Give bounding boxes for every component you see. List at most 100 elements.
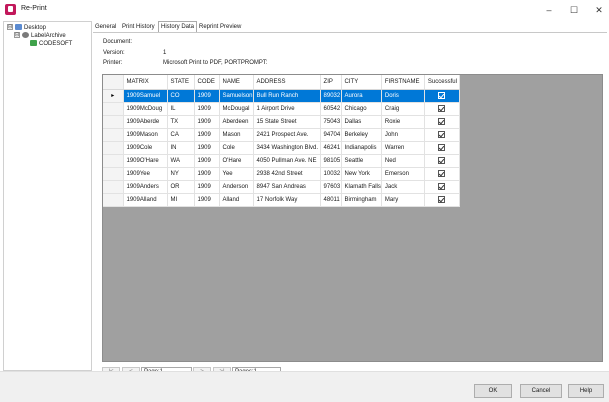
cell-zip[interactable]: 97603 — [320, 180, 342, 194]
maximize-button[interactable]: ☐ — [566, 3, 582, 17]
cell-address[interactable]: Bull Run Ranch — [253, 89, 321, 103]
cell-successful[interactable] — [424, 154, 460, 168]
cell-zip[interactable]: 94704 — [320, 128, 342, 142]
cell-matrix[interactable]: 1909Alland — [123, 193, 168, 207]
table-row[interactable]: 1909Yee NY 1909 Yee 2938 42nd Street 10032 New… — [103, 167, 460, 181]
collapse-icon[interactable]: ⊟ — [14, 32, 20, 39]
table-row[interactable]: 1909O'Hare WA 1909 O'Hare 4050 Pullman Ave. … — [103, 154, 460, 168]
cell-name[interactable]: Mason — [219, 128, 254, 142]
archive-tree[interactable]: ⊟ Desktop ⊟ LabelArchive CODESOFT — [3, 21, 92, 371]
cell-state[interactable]: CO — [167, 89, 195, 103]
table-row[interactable]: 1909Alland MI 1909 Alland 17 Norfolk Way 4801… — [103, 193, 460, 207]
cell-state[interactable]: CA — [167, 128, 195, 142]
cell-zip[interactable]: 48011 — [320, 193, 342, 207]
row-header[interactable] — [103, 128, 124, 142]
cell-matrix[interactable]: 1909Samuel — [123, 89, 168, 103]
cell-city[interactable]: Indianapolis — [341, 141, 382, 155]
cell-firstname[interactable]: Doris — [381, 89, 425, 103]
tab-general[interactable]: General — [95, 23, 116, 32]
cell-address[interactable]: 4050 Pullman Ave. NE — [253, 154, 321, 168]
cell-firstname[interactable]: Roxie — [381, 115, 425, 129]
cell-matrix[interactable]: 1909Mason — [123, 128, 168, 142]
cell-code[interactable]: 1909 — [194, 154, 220, 168]
column-header-code[interactable]: CODE — [194, 75, 220, 90]
data-grid[interactable]: MATRIX STATE CODE NAME ADDRESS ZIP CITY … — [102, 74, 603, 362]
cell-address[interactable]: 8947 San Andreas — [253, 180, 321, 194]
cell-city[interactable]: Aurora — [341, 89, 382, 103]
cell-firstname[interactable]: John — [381, 128, 425, 142]
cell-zip[interactable]: 98105 — [320, 154, 342, 168]
ok-button[interactable]: OK — [474, 384, 512, 398]
cell-city[interactable]: Dallas — [341, 115, 382, 129]
cell-firstname[interactable]: Emerson — [381, 167, 425, 181]
row-header[interactable] — [103, 193, 124, 207]
table-row[interactable]: 1909Anders OR 1909 Anderson 8947 San Andreas… — [103, 180, 460, 194]
cell-matrix[interactable]: 1909O'Hare — [123, 154, 168, 168]
cell-matrix[interactable]: 1909McDoug — [123, 102, 168, 116]
column-header-firstname[interactable]: FIRSTNAME — [381, 75, 425, 90]
cell-state[interactable]: IL — [167, 102, 195, 116]
cell-zip[interactable]: 46241 — [320, 141, 342, 155]
minimize-button[interactable]: – — [541, 3, 557, 17]
successful-checkbox[interactable] — [438, 182, 446, 190]
cell-address[interactable]: 2938 42nd Street — [253, 167, 321, 181]
row-header[interactable] — [103, 102, 124, 116]
cell-code[interactable]: 1909 — [194, 89, 220, 103]
cell-state[interactable]: OR — [167, 180, 195, 194]
successful-checkbox[interactable] — [438, 195, 446, 203]
successful-checkbox[interactable] — [438, 156, 446, 164]
cell-zip[interactable]: 75043 — [320, 115, 342, 129]
row-header[interactable] — [103, 154, 124, 168]
cell-address[interactable]: 15 State Street — [253, 115, 321, 129]
cell-code[interactable]: 1909 — [194, 167, 220, 181]
cell-code[interactable]: 1909 — [194, 141, 220, 155]
tab-history-data[interactable]: History Data — [158, 21, 198, 32]
collapse-icon[interactable]: ⊟ — [7, 24, 13, 31]
table-row[interactable]: 1909McDoug IL 1909 McDougal 1 Airport Drive 6… — [103, 102, 460, 116]
column-header-name[interactable]: NAME — [219, 75, 254, 90]
successful-checkbox[interactable] — [438, 104, 446, 112]
column-header-successful[interactable]: Successful — [424, 75, 460, 90]
cell-zip[interactable]: 60542 — [320, 102, 342, 116]
table-row[interactable]: 1909Aberde TX 1909 Aberdeen 15 State Street 7… — [103, 115, 460, 129]
cell-name[interactable]: McDougal — [219, 102, 254, 116]
cell-successful[interactable] — [424, 167, 460, 181]
cell-successful[interactable] — [424, 89, 460, 103]
cell-successful[interactable] — [424, 128, 460, 142]
cell-name[interactable]: O'Hare — [219, 154, 254, 168]
column-header-address[interactable]: ADDRESS — [253, 75, 321, 90]
cell-code[interactable]: 1909 — [194, 128, 220, 142]
cell-successful[interactable] — [424, 141, 460, 155]
column-header-matrix[interactable]: MATRIX — [123, 75, 168, 90]
cell-state[interactable]: TX — [167, 115, 195, 129]
cell-name[interactable]: Alland — [219, 193, 254, 207]
tree-item-codesoft[interactable]: CODESOFT — [30, 40, 72, 49]
column-header-state[interactable]: STATE — [167, 75, 195, 90]
successful-checkbox[interactable] — [438, 117, 446, 125]
cell-address[interactable]: 1 Airport Drive — [253, 102, 321, 116]
successful-checkbox[interactable] — [438, 130, 446, 138]
tab-reprint-preview[interactable]: Reprint Preview — [199, 23, 241, 32]
successful-checkbox[interactable] — [438, 143, 446, 151]
cell-firstname[interactable]: Craig — [381, 102, 425, 116]
cell-city[interactable]: Birmingham — [341, 193, 382, 207]
row-header[interactable] — [103, 141, 124, 155]
cell-name[interactable]: Samuelson — [219, 89, 254, 103]
cell-code[interactable]: 1909 — [194, 180, 220, 194]
successful-checkbox[interactable] — [438, 169, 446, 177]
row-header[interactable] — [103, 167, 124, 181]
cell-firstname[interactable]: Jack — [381, 180, 425, 194]
help-button[interactable]: Help — [568, 384, 604, 398]
cell-city[interactable]: Seattle — [341, 154, 382, 168]
cell-successful[interactable] — [424, 102, 460, 116]
cell-address[interactable]: 2421 Prospect Ave. — [253, 128, 321, 142]
close-button[interactable]: ✕ — [591, 3, 607, 17]
table-row[interactable]: 1909Cole IN 1909 Cole 3434 Washington Blvd. 4… — [103, 141, 460, 155]
cell-firstname[interactable]: Mary — [381, 193, 425, 207]
column-header-zip[interactable]: ZIP — [320, 75, 342, 90]
cell-city[interactable]: New York — [341, 167, 382, 181]
cell-code[interactable]: 1909 — [194, 193, 220, 207]
row-header[interactable] — [103, 115, 124, 129]
cell-matrix[interactable]: 1909Cole — [123, 141, 168, 155]
row-header[interactable]: ▸ — [103, 89, 124, 103]
